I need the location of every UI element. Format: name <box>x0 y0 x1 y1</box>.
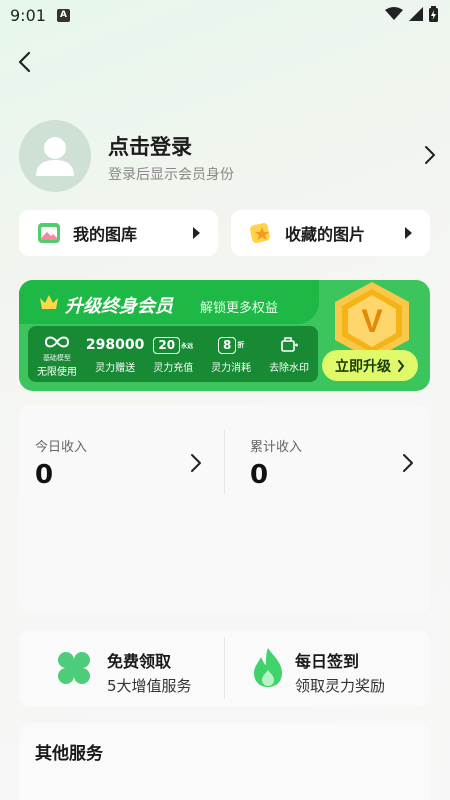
gallery-icon <box>38 223 60 243</box>
feature-gift: 298000 灵力赠送 <box>86 326 144 382</box>
discount-badge: 8 <box>218 336 237 354</box>
feature-label: 灵力充值 <box>153 363 194 374</box>
other-services-title: 其他服务 <box>35 744 103 764</box>
favorites-label: 收藏的图片 <box>285 225 366 244</box>
wifi-icon <box>385 7 403 20</box>
chevron-right-icon[interactable] <box>402 453 414 473</box>
infinity-icon <box>43 331 71 353</box>
my-gallery-label: 我的图库 <box>73 225 138 244</box>
favorites-card[interactable]: 收藏的图片 <box>231 210 430 256</box>
login-title[interactable]: 点击登录 <box>108 131 192 161</box>
medal-letter: V <box>361 303 383 339</box>
feature-badge: 8折 <box>218 334 244 356</box>
caret-right-icon <box>405 227 412 239</box>
feature-unlimited: 基础模型 无限使用 <box>28 326 86 382</box>
caret-right-icon <box>193 227 200 239</box>
feature-value: 298000 <box>85 337 145 353</box>
chevron-right-icon <box>398 359 405 372</box>
feature-label: 灵力赠送 <box>95 363 136 374</box>
status-time: 9:01 <box>10 6 46 25</box>
daily-checkin-subtitle: 领取灵力奖励 <box>295 677 386 695</box>
free-claim-title[interactable]: 免费领取 <box>107 648 171 672</box>
perks-card: 免费领取 5大增值服务 每日签到 领取灵力奖励 <box>19 630 430 707</box>
vip-features: 基础模型 无限使用 298000 灵力赠送 20 永远 灵力充值 8折 灵力消耗 … <box>28 326 318 382</box>
upgrade-now-label: 立即升级 <box>335 358 391 375</box>
status-icons <box>385 6 438 22</box>
chevron-right-icon[interactable] <box>190 453 202 473</box>
notification-a-icon: A <box>57 9 70 22</box>
divider <box>224 430 225 494</box>
flame-icon[interactable] <box>251 646 285 688</box>
signal-icon <box>409 7 423 21</box>
avatar[interactable] <box>19 120 91 192</box>
total-income-label: 累计收入 <box>250 440 303 455</box>
income-card: 今日收入 0 累计收入 0 <box>19 405 430 613</box>
badge-suffix: 折 <box>237 341 245 349</box>
feature-label: 去除水印 <box>269 363 310 374</box>
feature-recharge: 20 永远 灵力充值 <box>144 326 202 382</box>
divider <box>224 637 225 699</box>
upgrade-now-button[interactable]: 立即升级 <box>322 350 418 381</box>
feature-small-label: 基础模型 <box>42 353 71 362</box>
vip-title: 升级终身会员 <box>65 296 173 317</box>
vip-upgrade-banner[interactable]: 升级终身会员 解锁更多权益 基础模型 无限使用 298000 灵力赠送 20 永远… <box>19 280 430 391</box>
user-placeholder-icon <box>36 137 74 176</box>
star-icon <box>250 223 270 243</box>
clover-icon[interactable] <box>56 650 92 686</box>
back-arrow-icon[interactable] <box>14 48 38 76</box>
recharge-badge: 20 <box>153 336 181 354</box>
feature-badge: 20 永远 <box>153 334 193 356</box>
watermark-remove-icon <box>279 334 299 356</box>
today-income-value: 0 <box>35 460 54 490</box>
feature-discount: 8折 灵力消耗 <box>202 326 260 382</box>
total-income-value: 0 <box>250 460 269 490</box>
feature-label: 无限使用 <box>36 366 77 378</box>
badge-suffix: 永远 <box>181 342 194 350</box>
battery-icon <box>429 6 438 22</box>
feature-label: 灵力消耗 <box>211 363 252 374</box>
other-services-card: 其他服务 <box>19 723 430 800</box>
daily-checkin-title[interactable]: 每日签到 <box>295 648 359 672</box>
crown-icon <box>40 295 58 309</box>
chevron-right-icon[interactable] <box>424 145 436 165</box>
feature-watermark: 去除水印 <box>260 326 318 382</box>
free-claim-subtitle: 5大增值服务 <box>107 677 192 695</box>
login-subtitle: 登录后显示会员身份 <box>108 167 234 183</box>
my-gallery-card[interactable]: 我的图库 <box>19 210 218 256</box>
today-income-label: 今日收入 <box>35 440 88 455</box>
vip-subtitle: 解锁更多权益 <box>200 301 279 316</box>
